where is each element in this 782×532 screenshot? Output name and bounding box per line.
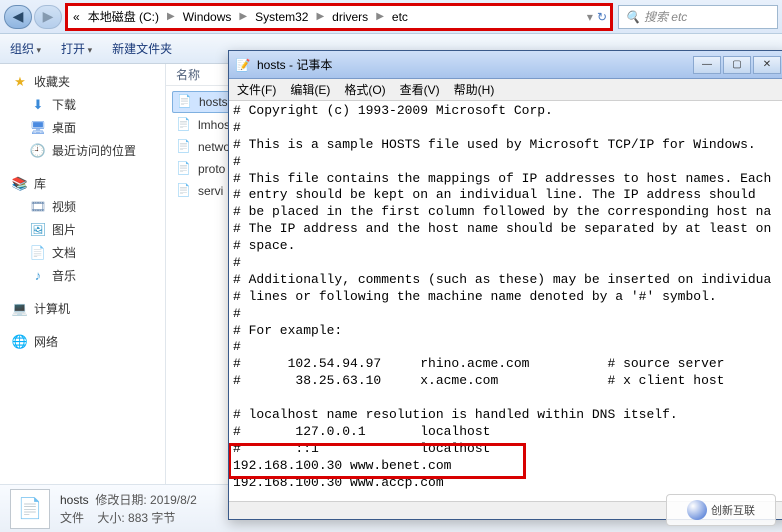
breadcrumb-item[interactable]: System32 bbox=[253, 10, 310, 24]
network-icon: 🌐 bbox=[12, 334, 28, 350]
menu-edit[interactable]: 编辑(E) bbox=[284, 79, 336, 100]
video-icon: 🎞 bbox=[30, 199, 46, 215]
notepad-menubar: 文件(F) 编辑(E) 格式(O) 查看(V) 帮助(H) bbox=[229, 79, 782, 101]
details-file-icon: 📄 bbox=[10, 489, 50, 529]
file-icon: 📄 bbox=[177, 94, 193, 110]
watermark: 创新互联 bbox=[666, 494, 776, 526]
sidebar: ★收藏夹 ⬇下载 🖥桌面 🕘最近访问的位置 📚库 🎞视频 🖼图片 📄文档 ♪音乐… bbox=[0, 64, 166, 484]
menu-help[interactable]: 帮助(H) bbox=[448, 79, 501, 100]
address-row: ◀ ▶ « 本地磁盘 (C:)▶ Windows▶ System32▶ driv… bbox=[0, 0, 782, 34]
sidebar-item-downloads[interactable]: ⬇下载 bbox=[0, 93, 165, 116]
breadcrumb-chevrons: « bbox=[71, 10, 82, 24]
notepad-titlebar[interactable]: 📝 hosts - 记事本 ― ▢ ✕ bbox=[229, 51, 782, 79]
details-type: 文件 bbox=[60, 511, 84, 525]
notepad-icon: 📝 bbox=[235, 57, 251, 73]
forward-button[interactable]: ▶ bbox=[34, 5, 62, 29]
watermark-text: 创新互联 bbox=[711, 502, 755, 518]
sidebar-item-recent[interactable]: 🕘最近访问的位置 bbox=[0, 139, 165, 162]
sidebar-favorites[interactable]: ★收藏夹 bbox=[0, 70, 165, 93]
breadcrumb[interactable]: « 本地磁盘 (C:)▶ Windows▶ System32▶ drivers▶… bbox=[71, 8, 410, 25]
sidebar-libraries[interactable]: 📚库 bbox=[0, 172, 165, 195]
download-icon: ⬇ bbox=[30, 97, 46, 113]
watermark-logo-icon bbox=[687, 500, 707, 520]
music-icon: ♪ bbox=[30, 268, 46, 284]
sidebar-item-music[interactable]: ♪音乐 bbox=[0, 264, 165, 287]
details-date-value: 2019/8/2 bbox=[150, 493, 197, 507]
sidebar-computer[interactable]: 💻计算机 bbox=[0, 297, 165, 320]
search-icon: 🔍 bbox=[625, 10, 640, 24]
address-bar[interactable]: « 本地磁盘 (C:)▶ Windows▶ System32▶ drivers▶… bbox=[66, 5, 612, 29]
menu-view[interactable]: 查看(V) bbox=[394, 79, 446, 100]
breadcrumb-item[interactable]: etc bbox=[390, 10, 410, 24]
details-date-label: 修改日期: bbox=[95, 493, 146, 507]
sidebar-item-documents[interactable]: 📄文档 bbox=[0, 241, 165, 264]
notepad-content: # Copyright (c) 1993-2009 Microsoft Corp… bbox=[233, 103, 782, 491]
nav-buttons: ◀ ▶ bbox=[4, 5, 62, 29]
breadcrumb-item[interactable]: Windows bbox=[181, 10, 234, 24]
address-dropdown-icon[interactable]: ▾ bbox=[587, 10, 593, 24]
details-size-value: 883 字节 bbox=[128, 511, 175, 525]
notepad-title: hosts - 记事本 bbox=[257, 56, 693, 73]
menu-format[interactable]: 格式(O) bbox=[338, 79, 391, 100]
breadcrumb-item[interactable]: drivers bbox=[330, 10, 370, 24]
library-icon: 📚 bbox=[12, 176, 28, 192]
document-icon: 📄 bbox=[30, 245, 46, 261]
sidebar-item-pictures[interactable]: 🖼图片 bbox=[0, 218, 165, 241]
sidebar-item-videos[interactable]: 🎞视频 bbox=[0, 195, 165, 218]
file-icon: 📄 bbox=[176, 117, 192, 133]
search-placeholder: 搜索 etc bbox=[644, 8, 687, 25]
file-icon: 📄 bbox=[176, 139, 192, 155]
refresh-icon[interactable]: ↻ bbox=[597, 10, 607, 24]
menu-file[interactable]: 文件(F) bbox=[231, 79, 282, 100]
organize-menu[interactable]: 组织 bbox=[10, 40, 41, 57]
breadcrumb-item[interactable]: 本地磁盘 (C:) bbox=[86, 8, 161, 25]
desktop-icon: 🖥 bbox=[30, 120, 46, 136]
new-folder-button[interactable]: 新建文件夹 bbox=[112, 40, 172, 57]
notepad-window: 📝 hosts - 记事本 ― ▢ ✕ 文件(F) 编辑(E) 格式(O) 查看… bbox=[228, 50, 782, 520]
file-icon: 📄 bbox=[176, 161, 192, 177]
back-button[interactable]: ◀ bbox=[4, 5, 32, 29]
sidebar-network[interactable]: 🌐网络 bbox=[0, 330, 165, 353]
computer-icon: 💻 bbox=[12, 301, 28, 317]
notepad-textarea[interactable]: # Copyright (c) 1993-2009 Microsoft Corp… bbox=[229, 101, 782, 501]
sidebar-item-desktop[interactable]: 🖥桌面 bbox=[0, 116, 165, 139]
recent-icon: 🕘 bbox=[30, 143, 46, 159]
maximize-button[interactable]: ▢ bbox=[723, 56, 751, 74]
details-size-label: 大小: bbox=[97, 511, 124, 525]
picture-icon: 🖼 bbox=[30, 222, 46, 238]
star-icon: ★ bbox=[12, 74, 28, 90]
close-button[interactable]: ✕ bbox=[753, 56, 781, 74]
open-menu[interactable]: 打开 bbox=[61, 40, 92, 57]
minimize-button[interactable]: ― bbox=[693, 56, 721, 74]
file-icon: 📄 bbox=[176, 183, 192, 199]
details-filename: hosts bbox=[60, 493, 89, 507]
search-input[interactable]: 🔍 搜索 etc bbox=[618, 5, 778, 29]
